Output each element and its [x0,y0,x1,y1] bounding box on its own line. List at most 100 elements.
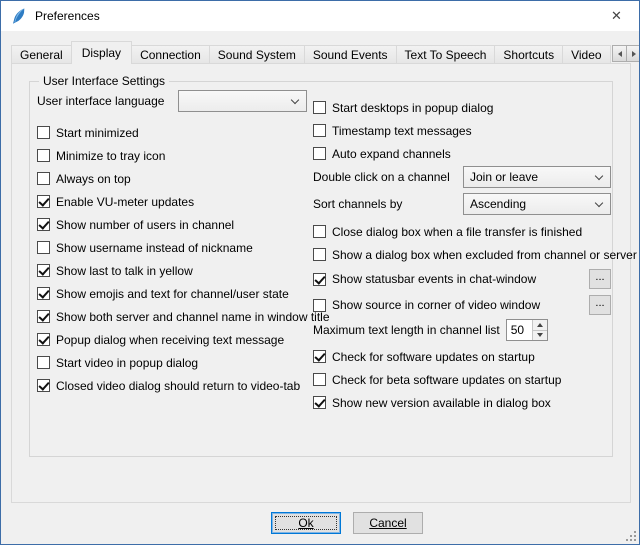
checkbox-label: Show new version available in dialog box [332,396,551,410]
preferences-dialog: Preferences ✕ General Display Connection… [0,0,640,545]
checkbox[interactable] [313,299,326,312]
checkbox[interactable] [313,396,326,409]
checkbox[interactable] [313,147,326,160]
checkbox-label: Always on top [56,172,131,186]
checkbox-label: Check for beta software updates on start… [332,373,561,387]
ok-button[interactable]: Ok [271,512,341,534]
checkbox-label: Start video in popup dialog [56,356,198,370]
checkbox[interactable] [313,273,326,286]
checkbox-row-excluded-dialog[interactable]: Show a dialog box when excluded from cha… [313,243,611,266]
right-column: Start desktops in popup dialog Timestamp… [313,96,611,414]
tab-display[interactable]: Display [71,41,132,64]
checkbox-label: Start minimized [56,126,139,140]
statusbar-events-more-button[interactable]: ... [589,269,611,289]
tab-sound-system[interactable]: Sound System [209,45,305,63]
checkbox-row-emojis[interactable]: Show emojis and text for channel/user st… [37,282,307,305]
language-label: User interface language [37,94,164,108]
tab-shortcuts[interactable]: Shortcuts [494,45,563,63]
video-source-more-button[interactable]: ... [589,295,611,315]
checkbox[interactable] [37,379,50,392]
window-title: Preferences [35,9,100,23]
checkbox-row-minimize-to-tray[interactable]: Minimize to tray icon [37,144,307,167]
double-click-label: Double click on a channel [313,170,450,184]
sort-channels-row: Sort channels by Ascending [313,192,611,216]
checkbox-row-software-updates[interactable]: Check for software updates on startup [313,345,611,368]
close-icon[interactable]: ✕ [594,1,639,31]
checkbox-row-vu-meter[interactable]: Enable VU-meter updates [37,190,307,213]
tab-connection[interactable]: Connection [131,45,210,63]
language-combobox[interactable] [178,90,307,112]
checkbox[interactable] [37,310,50,323]
spin-up-icon[interactable] [533,320,547,331]
chevron-down-icon [291,96,299,104]
checkbox[interactable] [313,373,326,386]
max-text-length-row: Maximum text length in channel list 50 [313,318,611,342]
sort-channels-label: Sort channels by [313,197,402,211]
tab-sound-events[interactable]: Sound Events [304,45,397,63]
checkbox-label: Show statusbar events in chat-window [332,272,536,286]
checkbox[interactable] [37,126,50,139]
checkbox-row-start-minimized[interactable]: Start minimized [37,121,307,144]
checkbox[interactable] [37,195,50,208]
tab-text-to-speech[interactable]: Text To Speech [396,45,496,63]
app-feather-icon [10,8,27,25]
checkbox-row-popup-text-message[interactable]: Popup dialog when receiving text message [37,328,307,351]
video-source-row: Show source in corner of video window ..… [313,292,611,318]
checkbox-label: Enable VU-meter updates [56,195,194,209]
double-click-combobox[interactable]: Join or leave [463,166,611,188]
checkbox[interactable] [313,248,326,261]
checkbox-label: Close dialog box when a file transfer is… [332,225,582,239]
checkbox[interactable] [313,225,326,238]
checkbox-row-auto-expand[interactable]: Auto expand channels [313,142,611,165]
checkbox-row-beta-updates[interactable]: Check for beta software updates on start… [313,368,611,391]
checkbox-row-new-version-dialog[interactable]: Show new version available in dialog box [313,391,611,414]
checkbox[interactable] [313,101,326,114]
checkbox-row-video-popup[interactable]: Start video in popup dialog [37,351,307,374]
checkbox-label: Show last to talk in yellow [56,264,193,278]
checkbox[interactable] [37,149,50,162]
checkbox-label: Show both server and channel name in win… [56,310,330,324]
checkbox-label: Show a dialog box when excluded from cha… [332,248,637,262]
checkbox-label: Timestamp text messages [332,124,472,138]
tab-scroll-left-icon[interactable] [612,45,627,62]
tab-general[interactable]: General [11,45,72,63]
double-click-row: Double click on a channel Join or leave [313,165,611,189]
checkbox[interactable] [37,356,50,369]
max-text-length-label: Maximum text length in channel list [313,323,500,337]
checkbox-row-show-user-count[interactable]: Show number of users in channel [37,213,307,236]
tab-scroll-right-icon[interactable] [626,45,640,62]
checkbox-row-close-on-transfer[interactable]: Close dialog box when a file transfer is… [313,220,611,243]
checkbox[interactable] [37,218,50,231]
checkbox[interactable] [37,264,50,277]
title-bar[interactable]: Preferences ✕ [1,1,639,31]
resize-grip[interactable] [624,529,637,542]
spinner-buttons [532,320,547,340]
checkbox-label: Start desktops in popup dialog [332,101,493,115]
checkbox-label: Closed video dialog should return to vid… [56,379,300,393]
checkbox-row-video-return-tab[interactable]: Closed video dialog should return to vid… [37,374,307,397]
spin-down-icon[interactable] [533,331,547,341]
checkbox[interactable] [37,241,50,254]
checkbox[interactable] [37,333,50,346]
checkbox-label: Popup dialog when receiving text message [56,333,284,347]
left-checkbox-list: Start minimized Minimize to tray icon Al… [37,121,307,397]
language-row: User interface language [37,89,307,113]
sort-channels-combobox[interactable]: Ascending [463,193,611,215]
cancel-button[interactable]: Cancel [353,512,423,534]
tab-strip: General Display Connection Sound System … [11,41,611,64]
statusbar-events-row: Show statusbar events in chat-window ... [313,266,611,292]
checkbox-label: Show emojis and text for channel/user st… [56,287,289,301]
checkbox[interactable] [313,124,326,137]
checkbox-row-always-on-top[interactable]: Always on top [37,167,307,190]
checkbox-row-window-title[interactable]: Show both server and channel name in win… [37,305,307,328]
checkbox-row-last-to-talk[interactable]: Show last to talk in yellow [37,259,307,282]
checkbox-row-desktops-popup[interactable]: Start desktops in popup dialog [313,96,611,119]
checkbox[interactable] [313,350,326,363]
checkbox[interactable] [37,172,50,185]
tab-video[interactable]: Video [562,45,610,63]
double-click-value: Join or leave [470,170,538,184]
max-text-length-spinner[interactable]: 50 [506,319,548,341]
checkbox[interactable] [37,287,50,300]
checkbox-row-show-username[interactable]: Show username instead of nickname [37,236,307,259]
checkbox-row-timestamp[interactable]: Timestamp text messages [313,119,611,142]
